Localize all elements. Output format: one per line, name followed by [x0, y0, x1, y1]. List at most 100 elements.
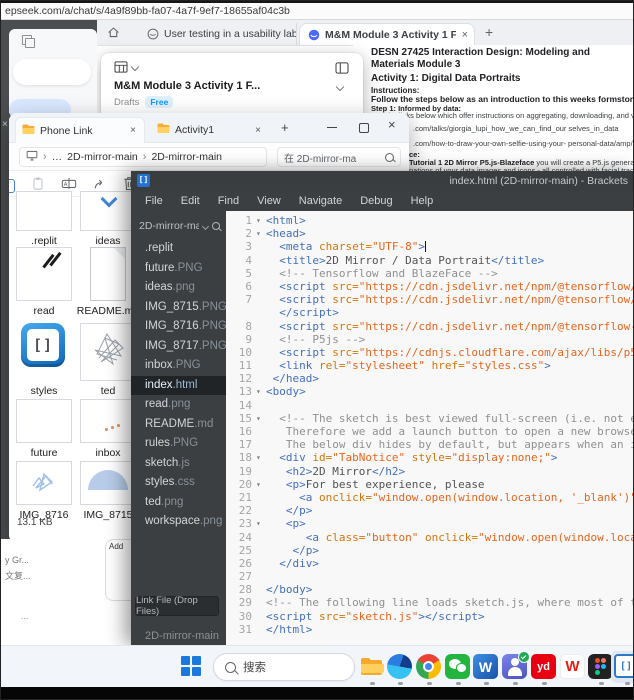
- tree-item-README-md[interactable]: README.md: [131, 415, 226, 435]
- tree-item-read-png[interactable]: read.png: [131, 395, 226, 415]
- code-fold-icon[interactable]: ▾: [256, 227, 266, 240]
- browser-tab-mm-module[interactable]: M&M Module 3 Activity 1 Formst ×: [299, 23, 475, 45]
- tree-item-future-PNG[interactable]: future.PNG: [131, 259, 226, 279]
- figma-title-chevron-icon[interactable]: [335, 82, 345, 92]
- code-fold-icon[interactable]: ▾: [256, 412, 266, 425]
- maximize-button[interactable]: [359, 123, 369, 133]
- screen: epseek.com/a/chat/s/4a9f89bb-fa07-4a7f-9…: [0, 0, 634, 700]
- tree-item-rules-PNG[interactable]: rules.PNG: [131, 434, 226, 454]
- fragment-text: ...: [21, 611, 29, 621]
- code-line: 18 ▾ <div id="TabNotice" style="display:n…: [238, 451, 558, 465]
- figma-grid-icon[interactable]: [114, 61, 140, 73]
- menu-find[interactable]: Find: [209, 195, 248, 207]
- code-line: 23 ▾ <p>: [238, 517, 306, 531]
- figma-layout-icon[interactable]: [335, 61, 349, 79]
- code-fold-icon[interactable]: ▾: [256, 478, 266, 491]
- close-button[interactable]: ×: [388, 117, 396, 132]
- breadcrumb-ellipsis[interactable]: …: [52, 151, 63, 163]
- menu-edit[interactable]: Edit: [172, 195, 209, 207]
- tree-item-IMG_8716-PNG[interactable]: IMG_8716.PNG: [131, 317, 226, 337]
- taskbar-app-edge[interactable]: [387, 654, 413, 680]
- tab-close-icon[interactable]: ×: [255, 125, 261, 136]
- code-fold-icon[interactable]: ▾: [256, 517, 266, 530]
- link-file-dropzone[interactable]: Link File (Drop Files): [135, 595, 219, 617]
- file-thumbnail: [80, 323, 136, 381]
- tree-item-replit[interactable]: .replit: [131, 239, 226, 259]
- deepseek-favicon: [147, 28, 159, 40]
- file-item-IMG_8716[interactable]: IMG_8716: [15, 461, 73, 521]
- browser-tab-user-testing[interactable]: User testing in a usability lab-Sunny: [139, 23, 297, 45]
- taskbar-app-brackets[interactable]: []: [614, 654, 633, 680]
- running-indicator: [599, 682, 604, 685]
- file-item-read[interactable]: read: [15, 247, 73, 317]
- file-item-styles[interactable]: [] styles: [15, 323, 73, 397]
- address-bar[interactable]: epseek.com/a/chat/s/4a9f89bb-fa07-4a7f-9…: [1, 1, 633, 20]
- code-fold-icon[interactable]: ▾: [256, 385, 266, 398]
- footer-project-label: 2D-mirror-main: [145, 630, 219, 642]
- project-dropdown[interactable]: 2D-mirror-main: [131, 211, 226, 239]
- tree-item-ideas-png[interactable]: ideas.png: [131, 278, 226, 298]
- file-item-future[interactable]: future: [15, 399, 73, 459]
- tab-close-icon[interactable]: ×: [462, 29, 468, 41]
- file-thumbnail: [80, 191, 136, 231]
- code-fold-icon[interactable]: ▾: [256, 214, 266, 227]
- explorer-search-input[interactable]: 在 2D-mirror-ma: [277, 147, 401, 167]
- menu-help[interactable]: Help: [402, 195, 443, 207]
- doc-follow-text: Follow the steps below as an introductio…: [371, 94, 634, 104]
- tree-item-ted-png[interactable]: ted.png: [131, 493, 226, 513]
- code-line: 26 </div>: [238, 556, 319, 570]
- taskbar-app-youdao[interactable]: yd: [531, 654, 557, 680]
- file-item-README-md[interactable]: README.md: [77, 247, 139, 317]
- doc-link-2[interactable]: .com/how-to-draw-your-own-selfie-using-y…: [413, 139, 633, 148]
- doc-link-1[interactable]: .com/talks/giorgia_lupi_how_we_can_find_…: [413, 124, 619, 133]
- frag-add-button[interactable]: Add: [109, 542, 123, 551]
- tree-item-index-html[interactable]: index.html: [131, 375, 226, 395]
- figma-file-title[interactable]: M&M Module 3 Activity 1 F...: [114, 80, 260, 92]
- breadcrumb[interactable]: › … 2D-mirror-main › 2D-mirror-main: [19, 147, 267, 167]
- taskbar-search[interactable]: 搜索: [213, 653, 355, 681]
- new-tab-button[interactable]: +: [485, 24, 493, 40]
- explorer-tab-phone-link[interactable]: Phone Link ×: [15, 117, 145, 143]
- sidebar-search-icon[interactable]: [212, 222, 220, 230]
- taskbar-app-wps[interactable]: W: [560, 654, 586, 680]
- file-item-replit[interactable]: .replit: [15, 191, 73, 247]
- explorer-tab-activity1[interactable]: Activity1 ×: [151, 117, 269, 143]
- running-indicator: [370, 682, 375, 685]
- new-tab-button[interactable]: +: [281, 120, 289, 135]
- home-icon[interactable]: [107, 26, 121, 40]
- breadcrumb-item[interactable]: 2D-mirror-main: [67, 151, 138, 163]
- file-item-ted[interactable]: ted: [79, 323, 137, 397]
- file-item-IMG_8715[interactable]: IMG_8715: [79, 461, 137, 521]
- tab-close-icon[interactable]: ×: [130, 125, 136, 136]
- start-button[interactable]: [181, 656, 202, 677]
- file-label: read: [33, 305, 55, 317]
- tree-item-workspace-png[interactable]: workspace.png: [131, 512, 226, 532]
- taskbar-app-chrome[interactable]: [416, 654, 442, 680]
- search-pill[interactable]: [13, 59, 91, 85]
- menu-debug[interactable]: Debug: [351, 195, 401, 207]
- menu-navigate[interactable]: Navigate: [290, 195, 351, 207]
- code-editor[interactable]: 1 ▾ <html> 2 ▾ <head> 3 <meta charset="UTF-8">…: [226, 211, 633, 645]
- file-label: .replit: [31, 235, 57, 247]
- chevron-right-icon: ›: [43, 151, 47, 163]
- breadcrumb-item[interactable]: 2D-mirror-main: [151, 151, 222, 163]
- file-label: styles: [30, 385, 58, 397]
- taskbar-app-explorer[interactable]: [359, 654, 385, 680]
- taskbar-app-wechat[interactable]: [445, 654, 471, 680]
- menu-view[interactable]: View: [248, 195, 290, 207]
- menu-file[interactable]: File: [136, 195, 172, 207]
- minimize-button[interactable]: [327, 127, 337, 128]
- tree-item-styles-css[interactable]: styles.css: [131, 473, 226, 493]
- tree-item-IMG_8715-PNG[interactable]: IMG_8715.PNG: [131, 298, 226, 318]
- project-name: 2D-mirror-main: [139, 220, 199, 232]
- file-item-ideas[interactable]: ideas: [79, 191, 137, 247]
- tree-item-sketch-js[interactable]: sketch.js: [131, 454, 226, 474]
- code-line: 22 </p>: [238, 504, 313, 518]
- taskbar-app-teams[interactable]: [502, 651, 530, 680]
- browser-tab-strip: User testing in a usability lab-Sunny M&…: [97, 20, 633, 46]
- file-item-inbox[interactable]: inbox: [79, 399, 137, 459]
- tree-item-inbox-PNG[interactable]: inbox.PNG: [131, 356, 226, 376]
- tree-item-IMG_8717-PNG[interactable]: IMG_8717.PNG: [131, 337, 226, 357]
- code-fold-icon[interactable]: ▾: [256, 451, 266, 464]
- taskbar-app-word[interactable]: W: [473, 654, 499, 680]
